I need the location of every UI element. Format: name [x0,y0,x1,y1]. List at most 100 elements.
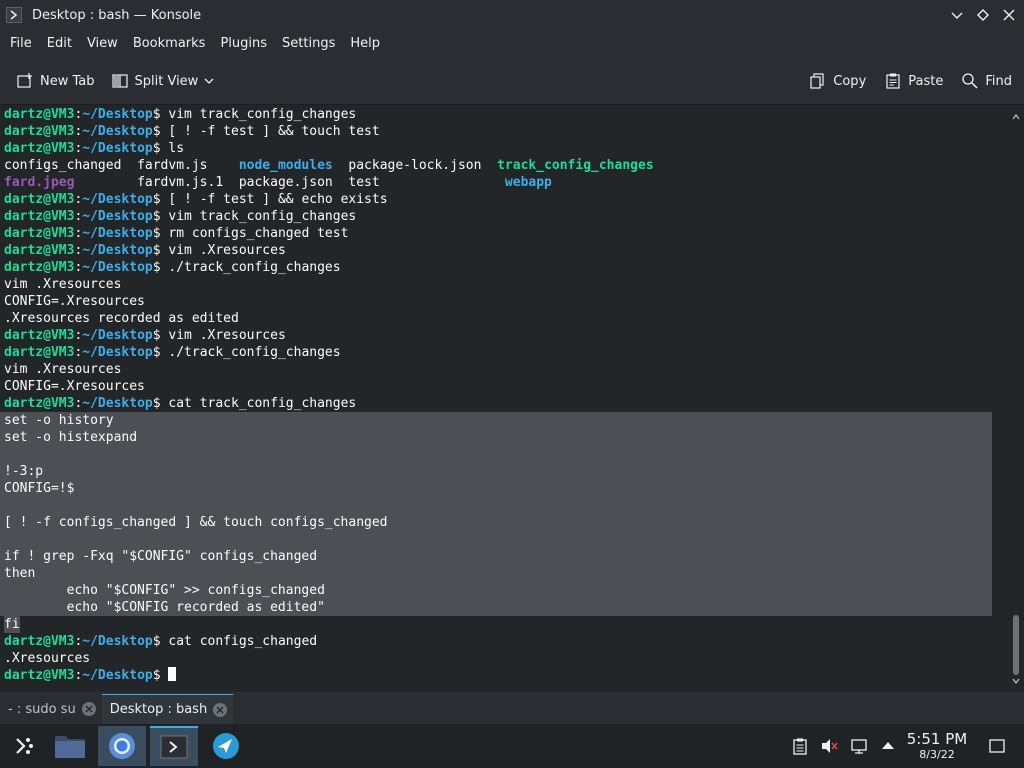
selected-text: echo "$CONFIG recorded as edited" [4,600,325,615]
output-text: vim .Xresources [4,362,122,377]
close-icon[interactable] [81,702,96,716]
paste-label: Paste [908,73,944,89]
terminal-line: set -o history [0,412,992,429]
tab-desktop-bash[interactable]: Desktop : bash [101,694,234,724]
terminal-line: dartz@VM3:~/Desktop$ vim .Xresources [4,328,286,343]
command-text: rm configs_changed test [168,226,349,241]
copy-button[interactable]: Copy [803,66,872,96]
find-button[interactable]: Find [955,66,1018,96]
chevron-up-icon[interactable] [879,737,897,755]
output-text: .Xresources recorded as edited [4,311,239,326]
tab-sudo-su[interactable]: - : sudo su [0,694,102,724]
chevron-up-icon[interactable] [1012,113,1020,121]
tab-label: - : sudo su [8,701,76,717]
output-text: vim .Xresources [4,277,122,292]
chevron-down-icon [204,78,214,84]
text-cursor [168,667,177,681]
prompt-path: ~/Desktop [82,107,153,122]
menu-edit[interactable]: Edit [41,30,78,58]
terminal-line: dartz@VM3:~/Desktop$ vim track_config_ch… [4,209,357,224]
menu-plugins[interactable]: Plugins [214,30,273,58]
network-icon[interactable] [850,737,868,755]
konsole-button[interactable] [150,726,198,766]
search-icon [962,73,978,89]
terminal-output[interactable]: dartz@VM3:~/Desktop$ vim track_config_ch… [0,105,1008,692]
terminal-line: echo "$CONFIG" >> configs_changed [0,582,992,599]
prompt-path: ~/Desktop [82,243,153,258]
menu-view[interactable]: View [81,30,124,58]
chevron-down-icon[interactable] [1012,677,1020,685]
app-launcher-button[interactable] [0,726,48,766]
paste-button[interactable]: Paste [878,66,949,96]
show-desktop-icon[interactable] [988,737,1006,755]
clock-time[interactable]: 5:51 PM [906,730,968,748]
close-button[interactable] [1000,6,1018,24]
command-text: ls [168,141,185,156]
split-view-label: Split View [134,73,199,89]
menu-help[interactable]: Help [344,30,386,58]
terminal-line: dartz@VM3:~/Desktop$ rm configs_changed … [4,226,349,241]
ls-entry: track_config_changes [497,158,654,173]
file-manager-button[interactable] [46,726,94,766]
copy-label: Copy [833,73,867,89]
clipboard-icon[interactable] [791,737,809,755]
terminal-line: dartz@VM3:~/Desktop$ [ ! -f test ] && to… [4,124,380,139]
command-text: ./track_config_changes [168,260,341,275]
prompt-path: ~/Desktop [82,634,153,649]
prompt-path: ~/Desktop [82,396,153,411]
title-bar: Desktop : bash — Konsole [0,0,1024,30]
taskbar: 5:51 PM 8/3/22 [0,724,1024,768]
command-text: ./track_config_changes [168,345,341,360]
scrollbar[interactable] [1008,105,1024,692]
find-label: Find [985,73,1012,89]
maximize-button[interactable] [974,6,992,24]
terminal-line: if ! grep -Fxq "$CONFIG" configs_changed [0,548,992,565]
prompt-path: ~/Desktop [82,260,153,275]
terminal-line: fi [4,616,1008,633]
prompt-path: ~/Desktop [82,209,153,224]
terminal-line: [ ! -f configs_changed ] && touch config… [0,514,992,531]
command-text: [ ! -f test ] && echo exists [168,192,388,207]
terminal-line: fard.jpeg fardvm.js.1 package.json test … [4,174,1008,191]
menu-settings[interactable]: Settings [276,30,341,58]
close-icon [1003,9,1015,21]
chevron-down-icon [951,12,963,19]
command-text: vim track_config_changes [168,107,357,122]
minimize-button[interactable] [948,6,966,24]
scrollbar-thumb[interactable] [1013,615,1019,675]
prompt-user: dartz@VM3 [4,124,75,139]
selected-text: then [4,566,36,581]
window-controls [948,0,1018,30]
ls-entry: webapp [504,175,552,190]
new-tab-button[interactable]: New Tab [10,66,101,96]
terminal-line: CONFIG=.Xresources [4,378,1008,395]
split-view-button[interactable]: Split View [105,66,227,96]
menu-bookmarks[interactable]: Bookmarks [127,30,212,58]
terminal-icon [160,735,188,759]
terminal-line [0,497,992,514]
command-text: vim .Xresources [168,328,286,343]
command-text: cat configs_changed [168,634,318,649]
ls-entry: fardvm.js.1 package.json test [74,175,505,190]
terminal-line: dartz@VM3:~/Desktop$ cat track_config_ch… [4,396,357,411]
terminal-line: .Xresources [4,650,1008,667]
selected-text: CONFIG=!$ [4,481,75,496]
selected-text: if ! grep -Fxq "$CONFIG" configs_changed [4,549,318,564]
prompt-path: ~/Desktop [82,328,153,343]
chromium-button[interactable] [98,726,146,766]
terminal-line: dartz@VM3:~/Desktop$ ls [4,141,185,156]
clock-date[interactable]: 8/3/22 [906,748,968,761]
terminal-line: .Xresources recorded as edited [4,310,1008,327]
ls-entry: fardvm.js [137,158,239,173]
new-tab-icon [17,73,32,88]
terminal-line: then [0,565,992,582]
menu-file[interactable]: File [4,30,38,58]
browser-button[interactable] [202,726,250,766]
selected-text: echo "$CONFIG" >> configs_changed [4,583,325,598]
prompt-path: ~/Desktop [82,226,153,241]
selected-text: [ ! -f configs_changed ] && touch config… [4,515,388,530]
close-icon[interactable] [213,702,228,717]
volume-muted-icon[interactable] [820,737,838,755]
command-text: [ ! -f test ] && touch test [168,124,380,139]
terminal-line: CONFIG=!$ [0,480,992,497]
